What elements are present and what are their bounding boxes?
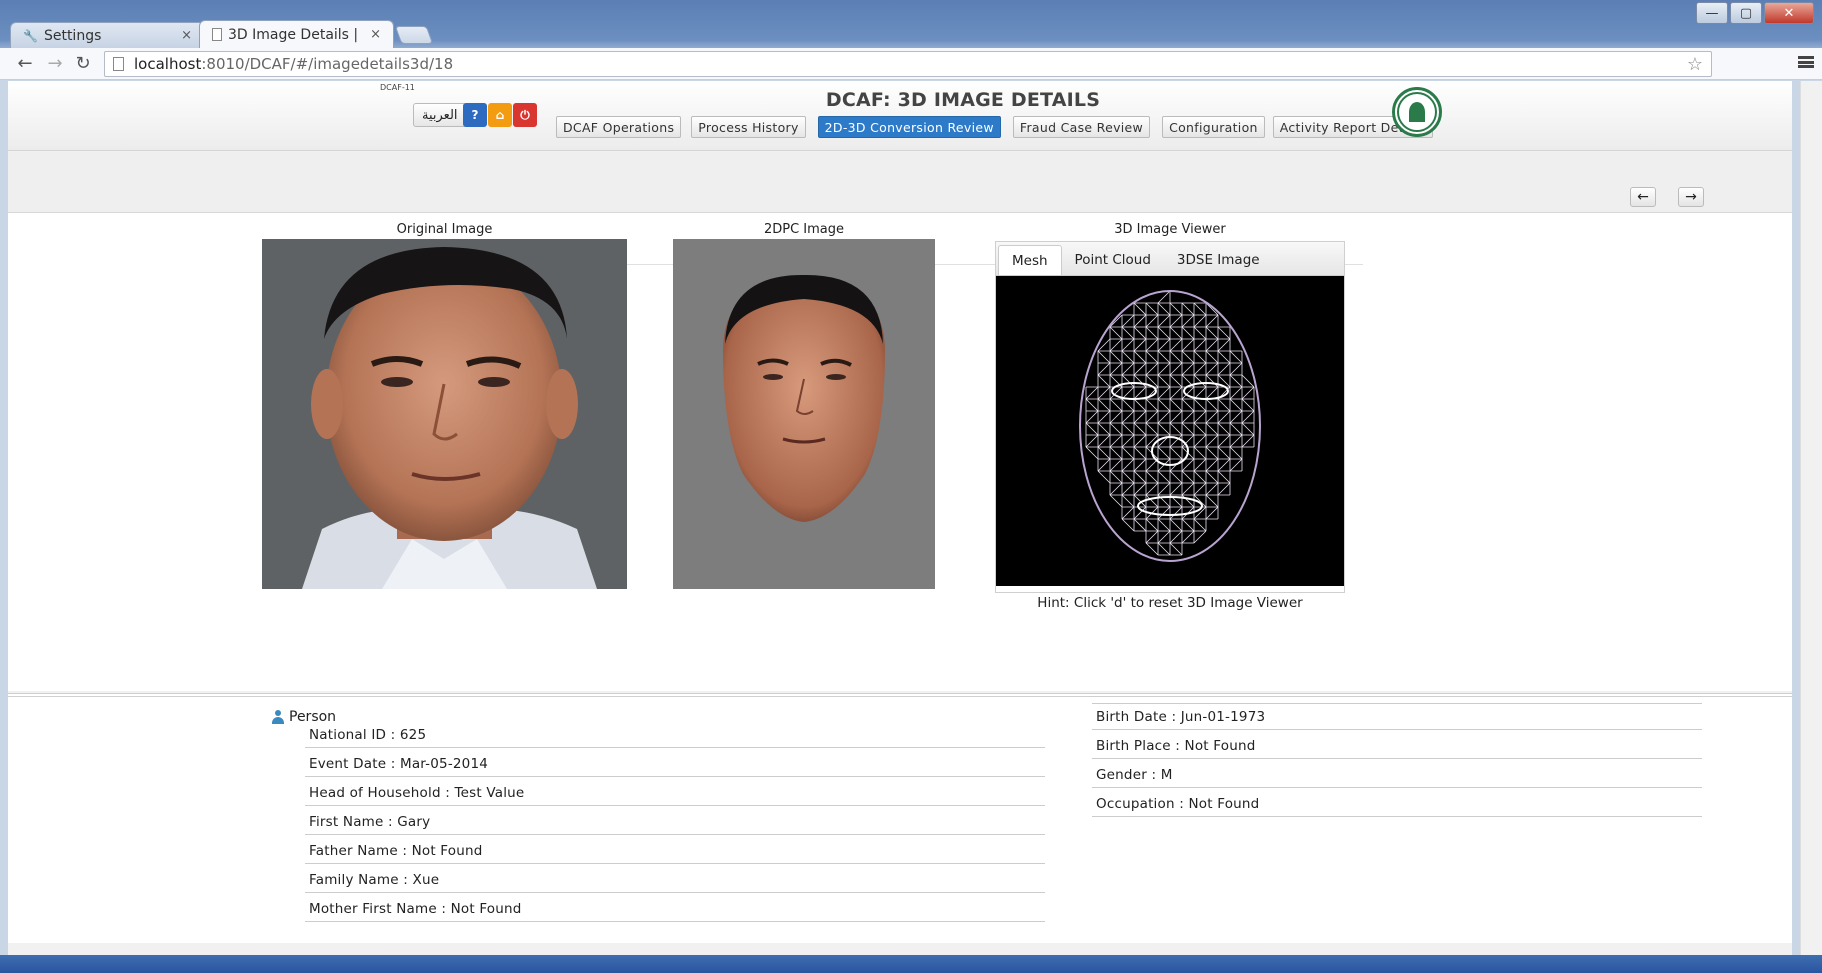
divider — [1092, 703, 1702, 704]
page-content: DCAF-11 DCAF: 3D IMAGE DETAILS العربية ?… — [8, 81, 1792, 967]
tab-close-icon[interactable]: × — [370, 27, 381, 42]
browser-tabs: 🔧 Settings × 3D Image Details | D × — [10, 20, 434, 48]
field-value: Test Value — [454, 785, 525, 801]
next-record-button[interactable]: → — [1678, 187, 1704, 207]
field-value: Gary — [397, 814, 431, 830]
field-label: Mother First Name — [309, 901, 437, 917]
nav-2d-3d-conversion-review[interactable]: 2D-3D Conversion Review — [817, 116, 1001, 138]
person-field-row: National ID : 625 — [305, 723, 1045, 748]
tab-point-cloud[interactable]: Point Cloud — [1062, 245, 1164, 275]
url-path: :8010/DCAF/#/imagedetails3d/18 — [201, 55, 454, 73]
reload-icon[interactable]: ↻ — [72, 52, 94, 74]
tab-title: Settings — [43, 27, 102, 44]
main-nav: DCAF Operations Process History 2D-3D Co… — [556, 116, 1434, 138]
person-field-row: Gender : M — [1092, 763, 1702, 788]
2dpc-image — [673, 239, 935, 589]
3d-viewer-label: 3D Image Viewer — [1114, 222, 1226, 237]
person-field-row: Family Name : Xue — [305, 868, 1045, 893]
help-icon[interactable]: ? — [463, 103, 487, 127]
person-field-row: Birth Date : Jun-01-1973 — [1092, 705, 1702, 730]
tab-title: 3D Image Details | D — [228, 26, 365, 43]
field-value: 625 — [399, 727, 427, 743]
bookmark-star-icon[interactable]: ☆ — [1687, 54, 1703, 75]
field-value: Not Found — [1188, 796, 1260, 812]
app-header: DCAF-11 DCAF: 3D IMAGE DETAILS العربية ?… — [8, 81, 1792, 151]
nav-process-history[interactable]: Process History — [691, 116, 806, 138]
page-scrollbar[interactable] — [1800, 81, 1822, 967]
original-image-label: Original Image — [396, 222, 493, 237]
field-label: Occupation — [1096, 796, 1175, 812]
page-title: DCAF: 3D IMAGE DETAILS — [825, 89, 1101, 111]
browser-tab-settings[interactable]: 🔧 Settings × — [10, 22, 205, 48]
field-value: Not Found — [450, 901, 522, 917]
person-field-row: Mother First Name : Not Found — [305, 897, 1045, 922]
browser-tab-image-details[interactable]: 3D Image Details | D × — [199, 20, 394, 48]
window-controls: — ▢ ✕ — [1696, 2, 1814, 24]
2dpc-face-render — [673, 239, 935, 589]
address-bar[interactable]: localhost:8010/DCAF/#/imagedetails3d/18 … — [104, 51, 1712, 77]
emblem-logo — [1392, 87, 1442, 137]
person-field-row: Birth Place : Not Found — [1092, 734, 1702, 759]
tab-close-icon[interactable]: × — [181, 28, 192, 43]
original-image — [262, 239, 627, 589]
field-value: Xue — [412, 872, 440, 888]
person-field-row: Event Date : Mar-05-2014 — [305, 752, 1045, 777]
close-window-button[interactable]: ✕ — [1764, 2, 1814, 24]
person-icon — [271, 710, 285, 724]
person-field-row: First Name : Gary — [305, 810, 1045, 835]
url-host: localhost — [134, 55, 202, 73]
original-face-photo — [262, 239, 627, 589]
field-value: M — [1160, 767, 1173, 783]
back-icon[interactable]: ← — [14, 52, 36, 74]
person-field-row: Father Name : Not Found — [305, 839, 1045, 864]
browser-toolbar: ← → ↻ localhost:8010/DCAF/#/imagedetails… — [0, 48, 1822, 80]
field-label: National ID — [309, 727, 387, 743]
taskbar-strip — [0, 955, 1822, 973]
field-value: Mar-05-2014 — [399, 756, 489, 772]
language-button[interactable]: العربية — [413, 103, 467, 127]
sub-toolbar — [8, 152, 1792, 212]
viewer-hint: Hint: Click 'd' to reset 3D Image Viewer — [1037, 595, 1303, 611]
field-label: Head of Household — [309, 785, 441, 801]
new-tab-button[interactable] — [394, 26, 434, 44]
field-value: Not Found — [1184, 738, 1256, 754]
field-label: First Name — [309, 814, 384, 830]
3d-image-viewer: Mesh Point Cloud 3DSE Image — [995, 241, 1345, 593]
tab-mesh[interactable]: Mesh — [998, 245, 1062, 275]
field-label: Father Name — [309, 843, 398, 859]
nav-fraud-case-review[interactable]: Fraud Case Review — [1012, 116, 1151, 138]
field-label: Event Date — [309, 756, 387, 772]
field-value: Jun-01-1973 — [1180, 709, 1266, 725]
browser-window: — ▢ ✕ 🔧 Settings × 3D Image Details | D … — [0, 0, 1822, 973]
mesh-wireframe — [1079, 290, 1261, 562]
nav-dcaf-operations[interactable]: DCAF Operations — [556, 116, 682, 138]
2dpc-image-label: 2DPC Image — [763, 222, 845, 237]
previous-record-button[interactable]: ← — [1630, 187, 1656, 207]
page-icon — [212, 28, 222, 41]
field-value: Not Found — [411, 843, 483, 859]
viewer-tabs: Mesh Point Cloud 3DSE Image — [996, 242, 1344, 276]
person-field-row: Head of Household : Test Value — [305, 781, 1045, 806]
forward-icon[interactable]: → — [44, 52, 66, 74]
page-icon — [113, 57, 124, 71]
3d-viewer-canvas[interactable] — [996, 276, 1344, 586]
field-label: Birth Date — [1096, 709, 1167, 725]
browser-menu-icon[interactable] — [1798, 54, 1814, 70]
person-field-row: Occupation : Not Found — [1092, 792, 1702, 817]
logout-icon[interactable]: ⏻ — [513, 103, 537, 127]
maximize-button[interactable]: ▢ — [1730, 2, 1762, 24]
tab-3dse-image[interactable]: 3DSE Image — [1164, 245, 1273, 275]
wrench-icon: 🔧 — [23, 28, 38, 43]
home-icon[interactable]: ⌂ — [488, 103, 512, 127]
minimize-button[interactable]: — — [1696, 2, 1728, 24]
field-label: Birth Place — [1096, 738, 1171, 754]
nav-configuration[interactable]: Configuration — [1162, 116, 1265, 138]
field-label: Gender — [1096, 767, 1147, 783]
field-label: Family Name — [309, 872, 399, 888]
